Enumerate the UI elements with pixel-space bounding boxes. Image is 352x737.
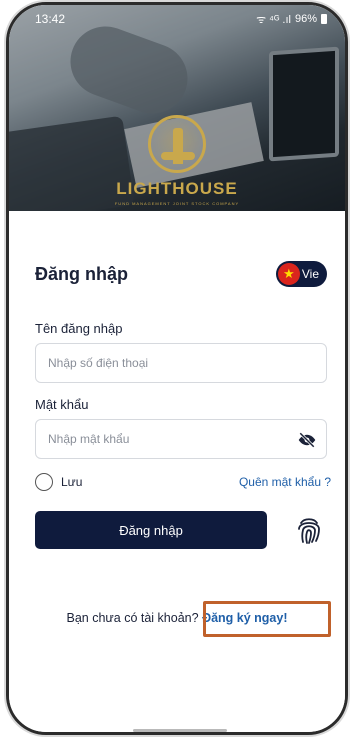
- signal-icon: ᯤ ⁴ᴳ .ıl: [256, 13, 291, 26]
- remember-radio[interactable]: [35, 473, 53, 491]
- signup-prompt: Bạn chưa có tài khoản?: [66, 611, 199, 625]
- biometric-login-button[interactable]: [291, 511, 327, 549]
- phone-frame: 13:42 ᯤ ⁴ᴳ .ıl 96% LIGHTHOUSE FUND MANAG…: [6, 2, 348, 735]
- hero-banner: 13:42 ᯤ ⁴ᴳ .ıl 96% LIGHTHOUSE FUND MANAG…: [9, 5, 345, 211]
- language-switch-button[interactable]: ★ Vie: [275, 261, 327, 287]
- password-input[interactable]: Nhập mật khẩu: [35, 419, 327, 459]
- status-time: 13:42: [35, 12, 66, 26]
- remember-label: Lưu: [61, 475, 83, 489]
- remember-me[interactable]: Lưu: [35, 473, 82, 491]
- brand-logo: LIGHTHOUSE FUND MANAGEMENT JOINT STOCK C…: [9, 115, 345, 206]
- username-placeholder: Nhập số điện thoại: [48, 356, 149, 370]
- password-label: Mật khẩu: [35, 397, 89, 412]
- page-title: Đăng nhập: [35, 263, 128, 284]
- brand-tagline: FUND MANAGEMENT JOINT STOCK COMPANY: [114, 201, 240, 206]
- status-bar: 13:42 ᯤ ⁴ᴳ .ıl 96%: [9, 5, 345, 33]
- fingerprint-icon: [298, 518, 320, 544]
- forgot-password-link[interactable]: Quên mật khẩu ?: [239, 475, 331, 489]
- eye-slash-icon[interactable]: [298, 431, 316, 449]
- username-input[interactable]: Nhập số điện thoại: [35, 343, 327, 383]
- login-form: Đăng nhập ★ Vie Tên đăng nhập Nhập số đi…: [9, 211, 345, 732]
- battery-percent: 96%: [294, 13, 317, 25]
- language-label: Vie: [301, 267, 319, 281]
- highlight-box: [203, 601, 331, 637]
- brand-name: LIGHTHOUSE: [116, 179, 238, 198]
- battery-icon: [321, 14, 327, 24]
- login-button[interactable]: Đăng nhập: [35, 511, 267, 549]
- username-label: Tên đăng nhập: [35, 321, 123, 336]
- password-placeholder: Nhập mật khẩu: [48, 432, 130, 446]
- lighthouse-emblem-icon: [148, 115, 206, 173]
- vietnam-flag-icon: ★: [277, 263, 300, 285]
- home-indicator[interactable]: [133, 729, 227, 732]
